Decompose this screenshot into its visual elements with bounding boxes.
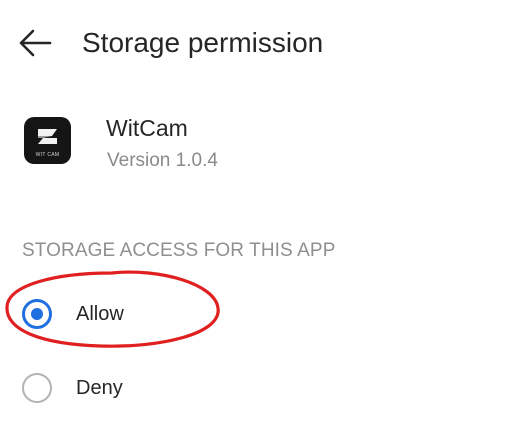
witcam-app-icon: WIT CAM bbox=[24, 117, 71, 164]
storage-access-section-header: STORAGE ACCESS FOR THIS APP bbox=[22, 240, 336, 261]
radio-selected-dot bbox=[31, 308, 43, 320]
back-button[interactable] bbox=[12, 20, 58, 66]
allow-radio-button[interactable] bbox=[22, 299, 52, 329]
deny-option[interactable]: Deny bbox=[0, 359, 531, 419]
allow-option[interactable]: Allow bbox=[0, 285, 531, 345]
allow-option-label[interactable]: Allow bbox=[76, 301, 124, 327]
deny-option-label[interactable]: Deny bbox=[76, 375, 123, 401]
arrow-left-icon[interactable] bbox=[18, 28, 52, 58]
app-icon-brand-text: WIT CAM bbox=[35, 152, 60, 158]
top-app-bar: Storage permission bbox=[0, 0, 531, 90]
deny-radio-button[interactable] bbox=[22, 373, 52, 403]
app-version: Version 1.0.4 bbox=[107, 150, 218, 171]
app-name: WitCam bbox=[106, 115, 188, 141]
app-info-row: WIT CAM WitCam Version 1.0.4 bbox=[0, 100, 531, 190]
page-title: Storage permission bbox=[82, 27, 324, 58]
